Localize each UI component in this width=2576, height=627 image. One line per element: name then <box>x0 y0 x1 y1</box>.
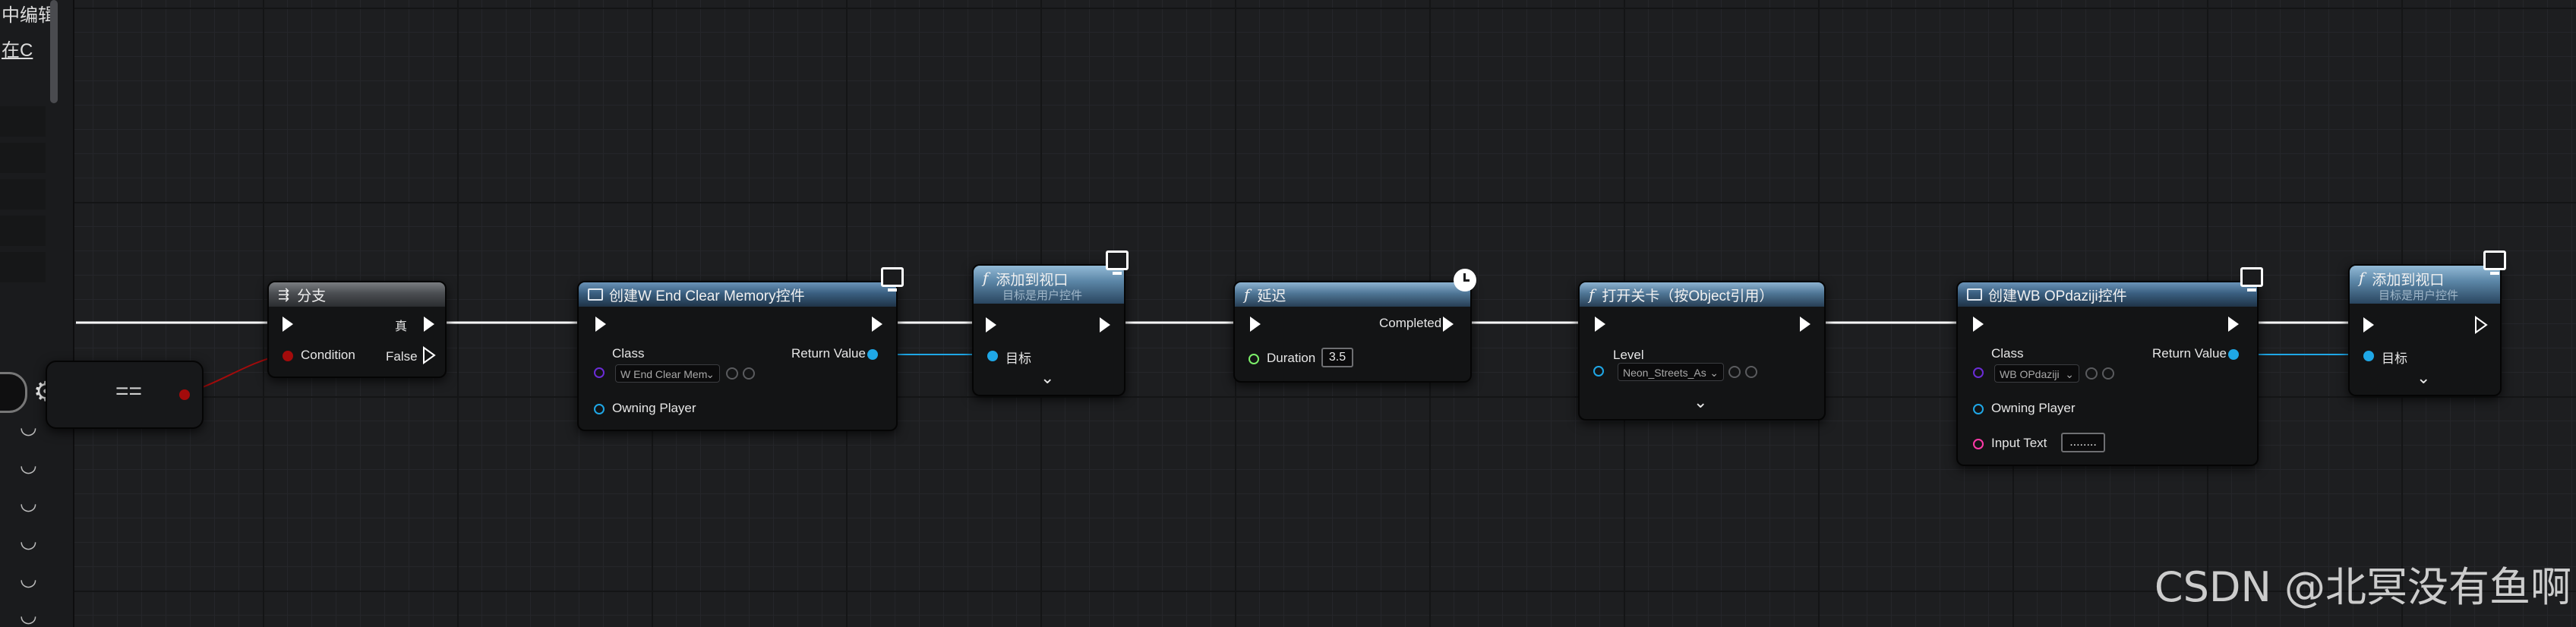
class-pin[interactable] <box>1973 367 1984 378</box>
class-dropdown-value: WB OPdaziji <box>2000 368 2060 380</box>
chevron-down-icon: ⌄ <box>706 368 715 380</box>
branch-node[interactable]: ⇶ 分支 真 Condition False <box>267 281 447 378</box>
node-title: 创建W End Clear Memory控件 <box>609 288 805 304</box>
bool-output-pin[interactable] <box>179 389 190 400</box>
class-pin[interactable] <box>594 367 605 378</box>
level-pin[interactable] <box>1593 366 1604 377</box>
false-exec-output-pin[interactable] <box>422 346 436 364</box>
compare-node[interactable]: == <box>46 361 204 429</box>
function-icon: f <box>1244 285 1250 304</box>
open-level-node-header: f 打开关卡（按Object引用） <box>1580 282 1824 307</box>
target-pin[interactable] <box>2363 351 2374 361</box>
duration-input[interactable]: 3.5 <box>1321 348 1353 367</box>
clock-icon <box>1454 269 1476 291</box>
exec-output-pin[interactable] <box>1100 317 1110 332</box>
node-title: 延迟 <box>1257 288 1286 304</box>
monitor-icon <box>2240 267 2263 291</box>
completed-exec-output-pin[interactable] <box>1443 317 1454 332</box>
chevron-down-icon[interactable]: ⌄ <box>2417 369 2430 388</box>
owning-player-label: Owning Player <box>1991 401 2076 415</box>
exec-input-pin[interactable] <box>283 317 293 332</box>
watermark: CSDN @北冥没有鱼啊 <box>2154 563 2571 611</box>
return-value-label: Return Value <box>2152 346 2227 361</box>
input-text-label: Input Text <box>1991 436 2047 450</box>
true-label: 真 <box>395 320 408 333</box>
exec-input-pin[interactable] <box>1973 317 1984 332</box>
browse-icon[interactable] <box>726 367 738 380</box>
input-text-field[interactable]: ........ <box>2061 433 2105 452</box>
class-dropdown[interactable]: WB OPdaziji ⌄ <box>1994 364 2079 383</box>
chevron-down-icon[interactable]: ⌄ <box>1040 369 1054 388</box>
exec-input-pin[interactable] <box>2363 317 2374 332</box>
duration-pin[interactable] <box>1249 354 1259 364</box>
node-title: 分支 <box>297 288 327 304</box>
function-icon: f <box>983 269 989 287</box>
browse-icon[interactable] <box>1728 366 1741 378</box>
duration-label: Duration <box>1267 351 1316 365</box>
monitor-icon <box>881 267 904 291</box>
branch-node-header: ⇶ 分支 <box>269 282 445 307</box>
node-title: 打开关卡（按Object引用） <box>1602 288 1774 304</box>
condition-pin[interactable] <box>283 351 293 361</box>
create-widget-node-header: 创建W End Clear Memory控件 <box>579 282 896 307</box>
delay-node[interactable]: f 延迟 Completed Duration 3.5 <box>1233 281 1472 383</box>
add-to-viewport-node[interactable]: f 添加到视口 目标是用户控件 目标 ⌄ <box>2348 264 2502 396</box>
node-title: 添加到视口 <box>996 273 1069 288</box>
exec-output-pin[interactable] <box>2474 316 2488 334</box>
owning-player-label: Owning Player <box>612 401 696 415</box>
exec-input-pin[interactable] <box>986 317 996 332</box>
chevron-down-icon: ⌄ <box>2065 368 2074 380</box>
create-widget-node[interactable]: 创建W End Clear Memory控件 Class W End Clear… <box>577 281 898 431</box>
owning-player-pin[interactable] <box>594 404 605 414</box>
exec-input-pin[interactable] <box>1595 317 1605 332</box>
class-dropdown[interactable]: W End Clear Mem ⌄ <box>615 364 720 383</box>
widget-icon <box>588 288 603 301</box>
compare-operator: == <box>115 379 143 404</box>
widget-icon <box>1967 288 1982 301</box>
exec-output-pin[interactable] <box>872 317 882 332</box>
delay-node-header: f 延迟 <box>1235 282 1470 307</box>
level-dropdown-value: Neon_Streets_As <box>1623 367 1706 379</box>
completed-label: Completed <box>1379 316 1442 330</box>
search-icon[interactable] <box>1745 366 1757 378</box>
add-to-viewport-node[interactable]: f 添加到视口 目标是用户控件 目标 ⌄ <box>972 264 1125 396</box>
search-icon[interactable] <box>743 367 755 380</box>
condition-label: Condition <box>301 348 355 362</box>
function-icon: f <box>2359 269 2365 287</box>
exec-output-pin[interactable] <box>1800 317 1810 332</box>
class-dropdown-value: W End Clear Mem <box>620 368 708 380</box>
node-title: 添加到视口 <box>2372 273 2445 288</box>
class-label: Class <box>612 346 645 361</box>
owning-player-pin[interactable] <box>1973 404 1984 414</box>
exec-input-pin[interactable] <box>595 317 606 332</box>
chevron-down-icon[interactable]: ⌄ <box>1694 393 1707 412</box>
browse-icon[interactable] <box>2085 367 2098 380</box>
node-title: 创建WB OPdaziji控件 <box>1988 288 2127 304</box>
monitor-icon <box>2483 250 2506 275</box>
return-value-pin[interactable] <box>867 349 878 360</box>
level-dropdown[interactable]: Neon_Streets_As ⌄ <box>1618 363 1724 381</box>
return-value-pin[interactable] <box>2228 349 2239 360</box>
level-label: Level <box>1613 348 1644 362</box>
exec-input-pin[interactable] <box>1250 317 1261 332</box>
search-icon[interactable] <box>2102 367 2114 380</box>
target-pin[interactable] <box>987 351 998 361</box>
node-subtitle: 目标是用户控件 <box>2379 289 2459 302</box>
class-label: Class <box>1991 346 2024 361</box>
create-widget-node[interactable]: 创建WB OPdaziji控件 Class WB OPdaziji ⌄ Retu… <box>1956 281 2259 466</box>
input-text-pin[interactable] <box>1973 439 1984 449</box>
false-label: False <box>386 349 418 364</box>
target-label: 目标 <box>1005 351 1031 366</box>
branch-icon: ⇶ <box>278 286 290 302</box>
exec-output-pin[interactable] <box>2228 317 2239 332</box>
open-level-node[interactable]: f 打开关卡（按Object引用） Level Neon_Streets_As … <box>1578 281 1826 421</box>
true-exec-output-pin[interactable] <box>424 317 434 332</box>
target-label: 目标 <box>2382 351 2407 366</box>
return-value-label: Return Value <box>791 346 866 361</box>
create-widget-node-header: 创建WB OPdaziji控件 <box>1958 282 2257 307</box>
monitor-icon <box>1106 250 1129 275</box>
function-icon: f <box>1589 285 1595 304</box>
chevron-down-icon: ⌄ <box>1709 367 1719 379</box>
node-subtitle: 目标是用户控件 <box>1002 289 1083 302</box>
